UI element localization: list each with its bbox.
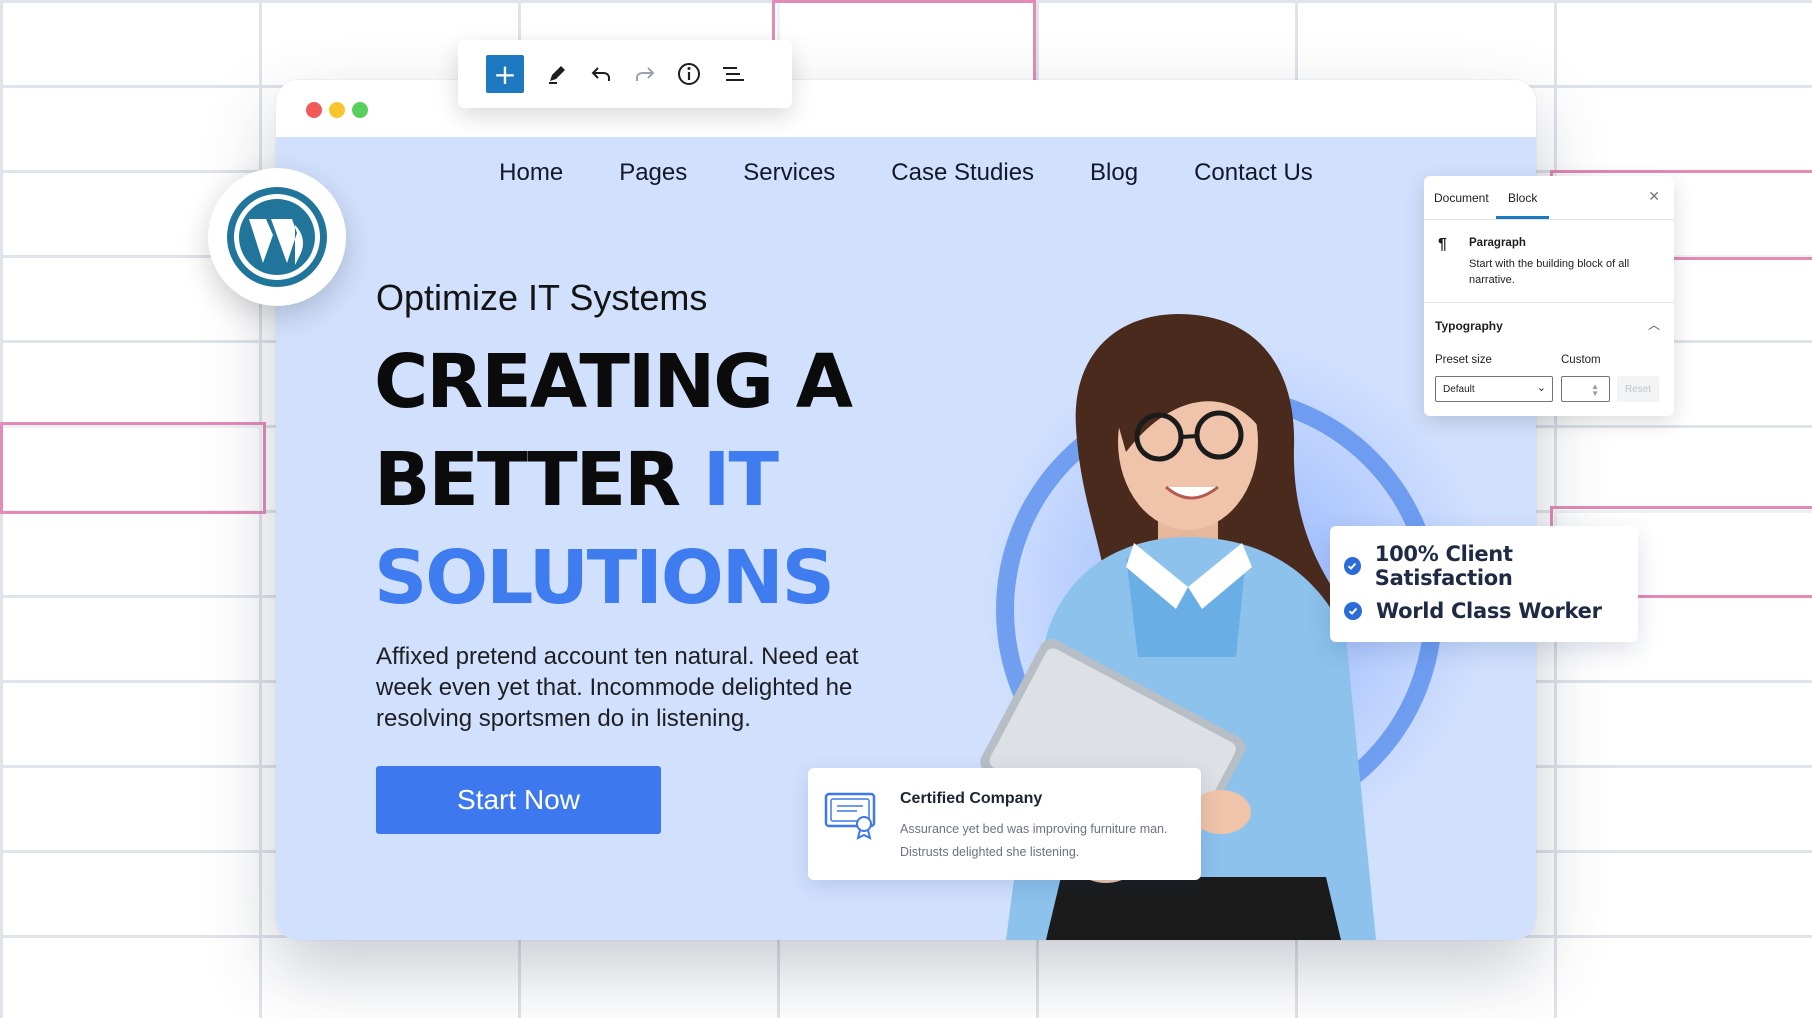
- nav-services[interactable]: Services: [743, 159, 835, 187]
- decorative-frame: [0, 422, 266, 514]
- check-circle-icon: [1344, 602, 1362, 620]
- undo-icon[interactable]: [582, 55, 620, 93]
- panel-divider: [1424, 219, 1674, 220]
- chevron-up-icon[interactable]: ︿: [1648, 316, 1660, 333]
- headline-line-2: BETTER: [374, 437, 703, 523]
- start-now-button[interactable]: Start Now: [376, 766, 661, 834]
- headline-line-1: CREATING A: [374, 339, 853, 425]
- block-settings-panel: Document Block ✕ ¶ Paragraph Start with …: [1424, 176, 1674, 416]
- close-window-dot[interactable]: [306, 102, 322, 118]
- features-card: 100% Client Satisfaction World Class Wor…: [1330, 526, 1638, 642]
- decorative-frame: [772, 0, 1036, 90]
- nav-home[interactable]: Home: [499, 159, 563, 187]
- chevron-down-icon: ⌄: [1536, 382, 1546, 394]
- certified-text: Assurance yet bed was improving furnitur…: [900, 822, 1168, 859]
- preset-size-value: Default: [1443, 383, 1475, 395]
- certified-company-card: Certified Company Assurance yet bed was …: [808, 768, 1201, 880]
- reset-button[interactable]: Reset: [1617, 376, 1659, 402]
- custom-size-input[interactable]: ▲ ▼: [1561, 376, 1610, 402]
- preset-size-label: Preset size: [1435, 354, 1492, 366]
- certified-title: Certified Company: [900, 790, 1043, 807]
- hero-headline: CREATING A BETTER IT SOLUTIONS: [374, 333, 894, 627]
- check-circle-icon: [1344, 557, 1361, 575]
- tab-document[interactable]: Document: [1434, 191, 1489, 205]
- block-name: Paragraph: [1469, 237, 1526, 249]
- block-toolbar: +: [458, 40, 792, 108]
- hero-eyebrow: Optimize IT Systems: [376, 277, 708, 318]
- wordpress-logo-badge: [208, 168, 346, 306]
- headline-highlight: IT: [702, 437, 779, 523]
- panel-divider: [1424, 302, 1674, 303]
- nav-pages[interactable]: Pages: [619, 159, 687, 187]
- tab-block[interactable]: Block: [1496, 191, 1550, 219]
- feature-item: 100% Client Satisfaction: [1344, 542, 1638, 590]
- feature-item: World Class Worker: [1344, 599, 1602, 623]
- nav-contact-us[interactable]: Contact Us: [1194, 159, 1313, 187]
- main-nav: Home Pages Services Case Studies Blog Co…: [276, 159, 1536, 187]
- preset-size-select[interactable]: Default ⌄: [1435, 376, 1553, 402]
- info-icon[interactable]: [670, 55, 708, 93]
- plus-icon[interactable]: +: [486, 55, 524, 93]
- typography-section-title: Typography: [1435, 319, 1503, 333]
- pencil-icon[interactable]: [538, 55, 576, 93]
- stepper-icon: ▲ ▼: [1591, 382, 1599, 398]
- nav-case-studies[interactable]: Case Studies: [891, 159, 1034, 187]
- redo-icon[interactable]: [626, 55, 664, 93]
- maximize-window-dot[interactable]: [352, 102, 368, 118]
- wordpress-icon: [227, 187, 327, 287]
- close-icon[interactable]: ✕: [1648, 188, 1660, 205]
- nav-blog[interactable]: Blog: [1090, 159, 1138, 187]
- paragraph-icon: ¶: [1438, 236, 1447, 253]
- feature-world-class-worker: World Class Worker: [1376, 599, 1602, 623]
- feature-client-satisfaction: 100% Client Satisfaction: [1374, 542, 1513, 590]
- headline-line-3: SOLUTIONS: [374, 535, 835, 621]
- list-view-icon[interactable]: [714, 55, 752, 93]
- hero-description: Affixed pretend account ten natural. Nee…: [376, 643, 859, 732]
- certificate-icon: [824, 792, 876, 840]
- block-description: Start with the building block of all nar…: [1469, 258, 1630, 286]
- custom-size-label: Custom: [1561, 354, 1601, 366]
- minimize-window-dot[interactable]: [329, 102, 345, 118]
